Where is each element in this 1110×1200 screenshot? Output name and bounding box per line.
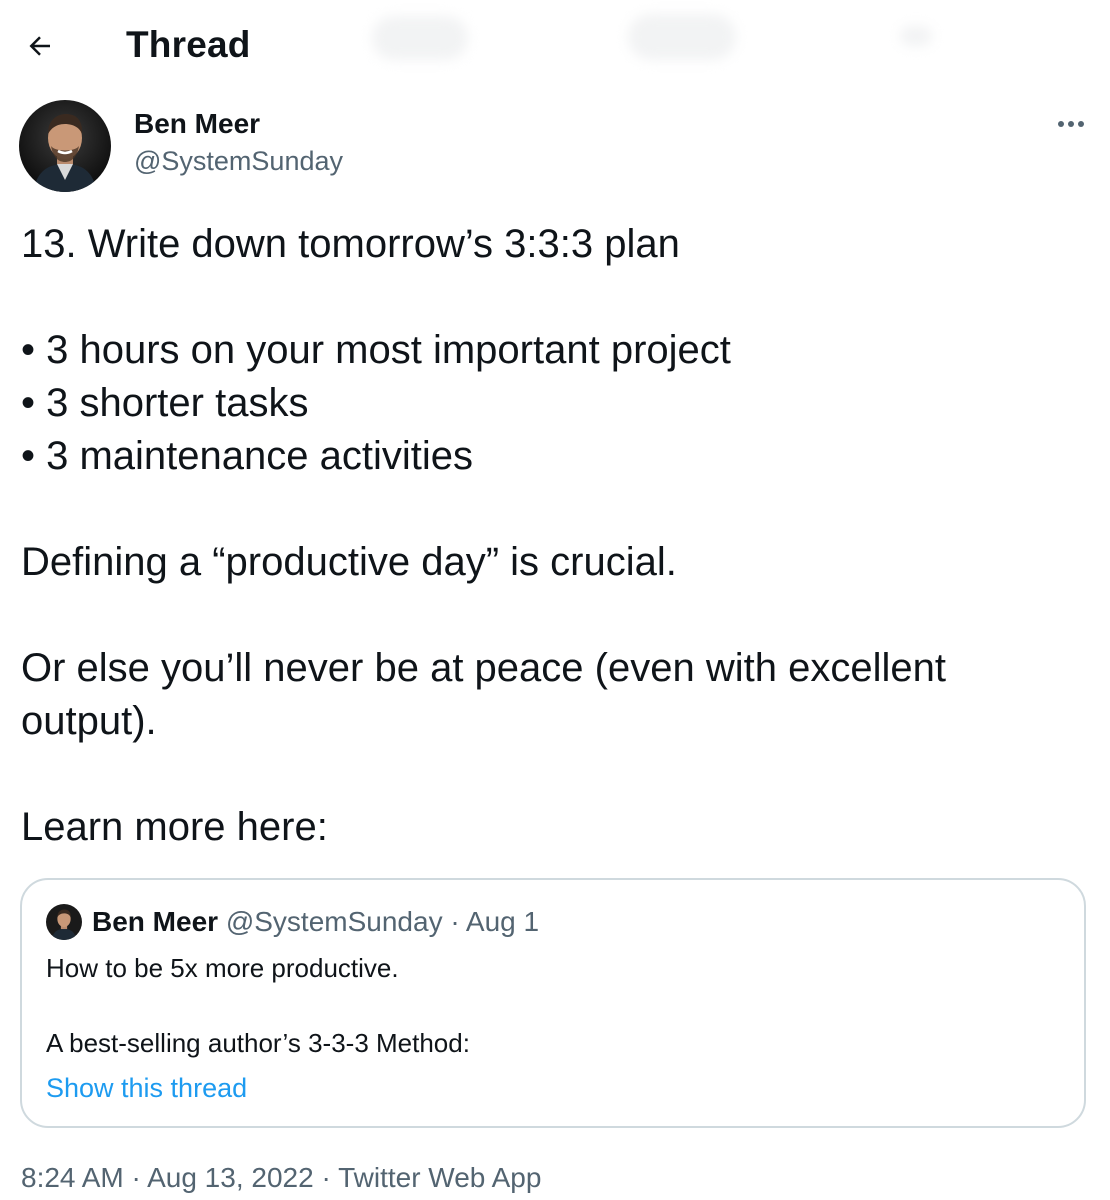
tweet-heading: 13. Write down tomorrow’s 3:3:3 plan bbox=[21, 222, 680, 266]
author-name[interactable]: Ben Meer bbox=[134, 108, 260, 140]
tweet-paragraph: Learn more here: bbox=[21, 805, 328, 849]
tweet-bullet: • 3 maintenance activities bbox=[21, 434, 474, 478]
tweet-paragraph: Defining a “productive day” is crucial. bbox=[21, 540, 677, 584]
quoted-author-name: Ben Meer bbox=[92, 906, 219, 937]
quoted-tweet-header: Ben Meer @SystemSunday · Aug 1 bbox=[92, 906, 539, 938]
more-horizontal-icon bbox=[1058, 121, 1084, 127]
tweet-bullet: • 3 shorter tasks bbox=[21, 381, 309, 425]
separator-dot: · bbox=[131, 1162, 141, 1193]
avatar-photo bbox=[46, 904, 82, 940]
show-thread-link[interactable]: Show this thread bbox=[46, 1073, 247, 1104]
quoted-tweet-text: A best-selling author’s 3-3-3 Method: bbox=[46, 1028, 470, 1058]
tweet-metadata: 8:24 AM · Aug 13, 2022 · Twitter Web App bbox=[21, 1162, 541, 1194]
separator-dot: · bbox=[450, 906, 460, 937]
quoted-tweet-card[interactable]: Ben Meer @SystemSunday · Aug 1 How to be… bbox=[20, 878, 1086, 1128]
quoted-tweet-text: How to be 5x more productive. bbox=[46, 953, 399, 983]
more-options-button[interactable] bbox=[1048, 104, 1094, 144]
avatar-photo bbox=[19, 100, 111, 192]
tweet-date[interactable]: Aug 13, 2022 bbox=[147, 1162, 314, 1193]
quoted-author-avatar bbox=[46, 904, 82, 940]
tweet-source[interactable]: Twitter Web App bbox=[338, 1162, 541, 1193]
back-button[interactable] bbox=[16, 22, 64, 70]
quoted-author-handle: @SystemSunday bbox=[225, 906, 443, 937]
blurred-header-element bbox=[372, 16, 468, 60]
tweet-thread-page: Thread Ben Meer @SystemSunday 13. Write … bbox=[0, 0, 1110, 1200]
separator-dot: · bbox=[321, 1162, 331, 1193]
blurred-header-element bbox=[628, 14, 736, 60]
tweet-bullet: • 3 hours on your most important project bbox=[21, 328, 731, 372]
thread-header: Thread bbox=[0, 0, 1110, 92]
tweet-time[interactable]: 8:24 AM bbox=[21, 1162, 124, 1193]
page-title: Thread bbox=[126, 24, 251, 65]
tweet-text: 13. Write down tomorrow’s 3:3:3 plan • 3… bbox=[21, 218, 1091, 854]
author-handle[interactable]: @SystemSunday bbox=[134, 146, 343, 177]
tweet-paragraph: Or else you’ll never be at peace (even w… bbox=[21, 646, 946, 743]
arrow-left-icon bbox=[29, 36, 50, 56]
author-avatar[interactable] bbox=[19, 100, 111, 192]
quoted-tweet-date: Aug 1 bbox=[465, 906, 540, 937]
blurred-header-element bbox=[900, 26, 932, 46]
